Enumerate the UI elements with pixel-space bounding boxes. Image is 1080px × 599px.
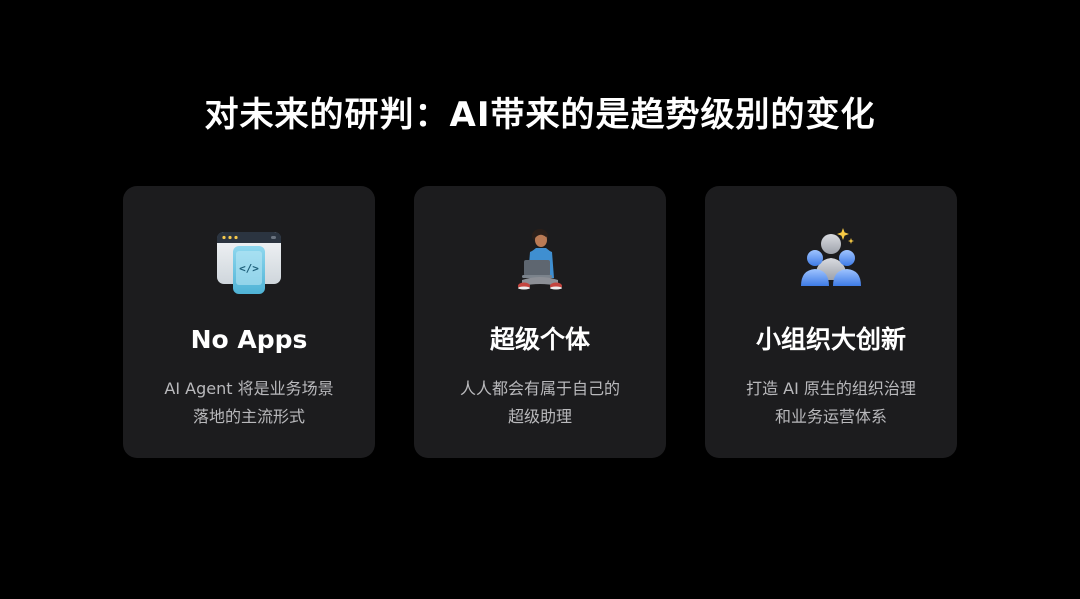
browser-code-icon: </> xyxy=(209,222,289,302)
card-small-org-big-innovation: 小组织大创新 打造 AI 原生的组织治理 和业务运营体系 xyxy=(705,186,957,458)
card-description-line: 人人都会有属于自己的 xyxy=(459,379,620,398)
team-sparkle-icon xyxy=(791,222,871,302)
cards-row: </> No Apps AI Agent 将是业务场景 落地的主流形式 超级个体… xyxy=(123,186,957,458)
card-description: 人人都会有属于自己的 超级助理 xyxy=(430,375,650,431)
card-description-line: 超级助理 xyxy=(507,407,572,426)
card-description-line: 打造 AI 原生的组织治理 xyxy=(746,379,916,398)
card-description: 打造 AI 原生的组织治理 和业务运营体系 xyxy=(721,375,941,431)
card-description-line: AI Agent 将是业务场景 xyxy=(164,379,334,398)
card-description: AI Agent 将是业务场景 落地的主流形式 xyxy=(139,375,359,431)
card-description-line: 落地的主流形式 xyxy=(192,407,305,426)
svg-text:</>: </> xyxy=(239,262,259,275)
person-laptop-icon xyxy=(500,222,580,302)
card-no-apps: </> No Apps AI Agent 将是业务场景 落地的主流形式 xyxy=(123,186,375,458)
card-title: No Apps xyxy=(190,325,308,354)
card-super-individual: 超级个体 人人都会有属于自己的 超级助理 xyxy=(414,186,666,458)
page-title: 对未来的研判：AI带来的是趋势级别的变化 xyxy=(204,95,876,135)
card-description-line: 和业务运营体系 xyxy=(774,407,887,426)
card-title: 小组织大创新 xyxy=(755,325,906,354)
card-title: 超级个体 xyxy=(489,325,590,354)
